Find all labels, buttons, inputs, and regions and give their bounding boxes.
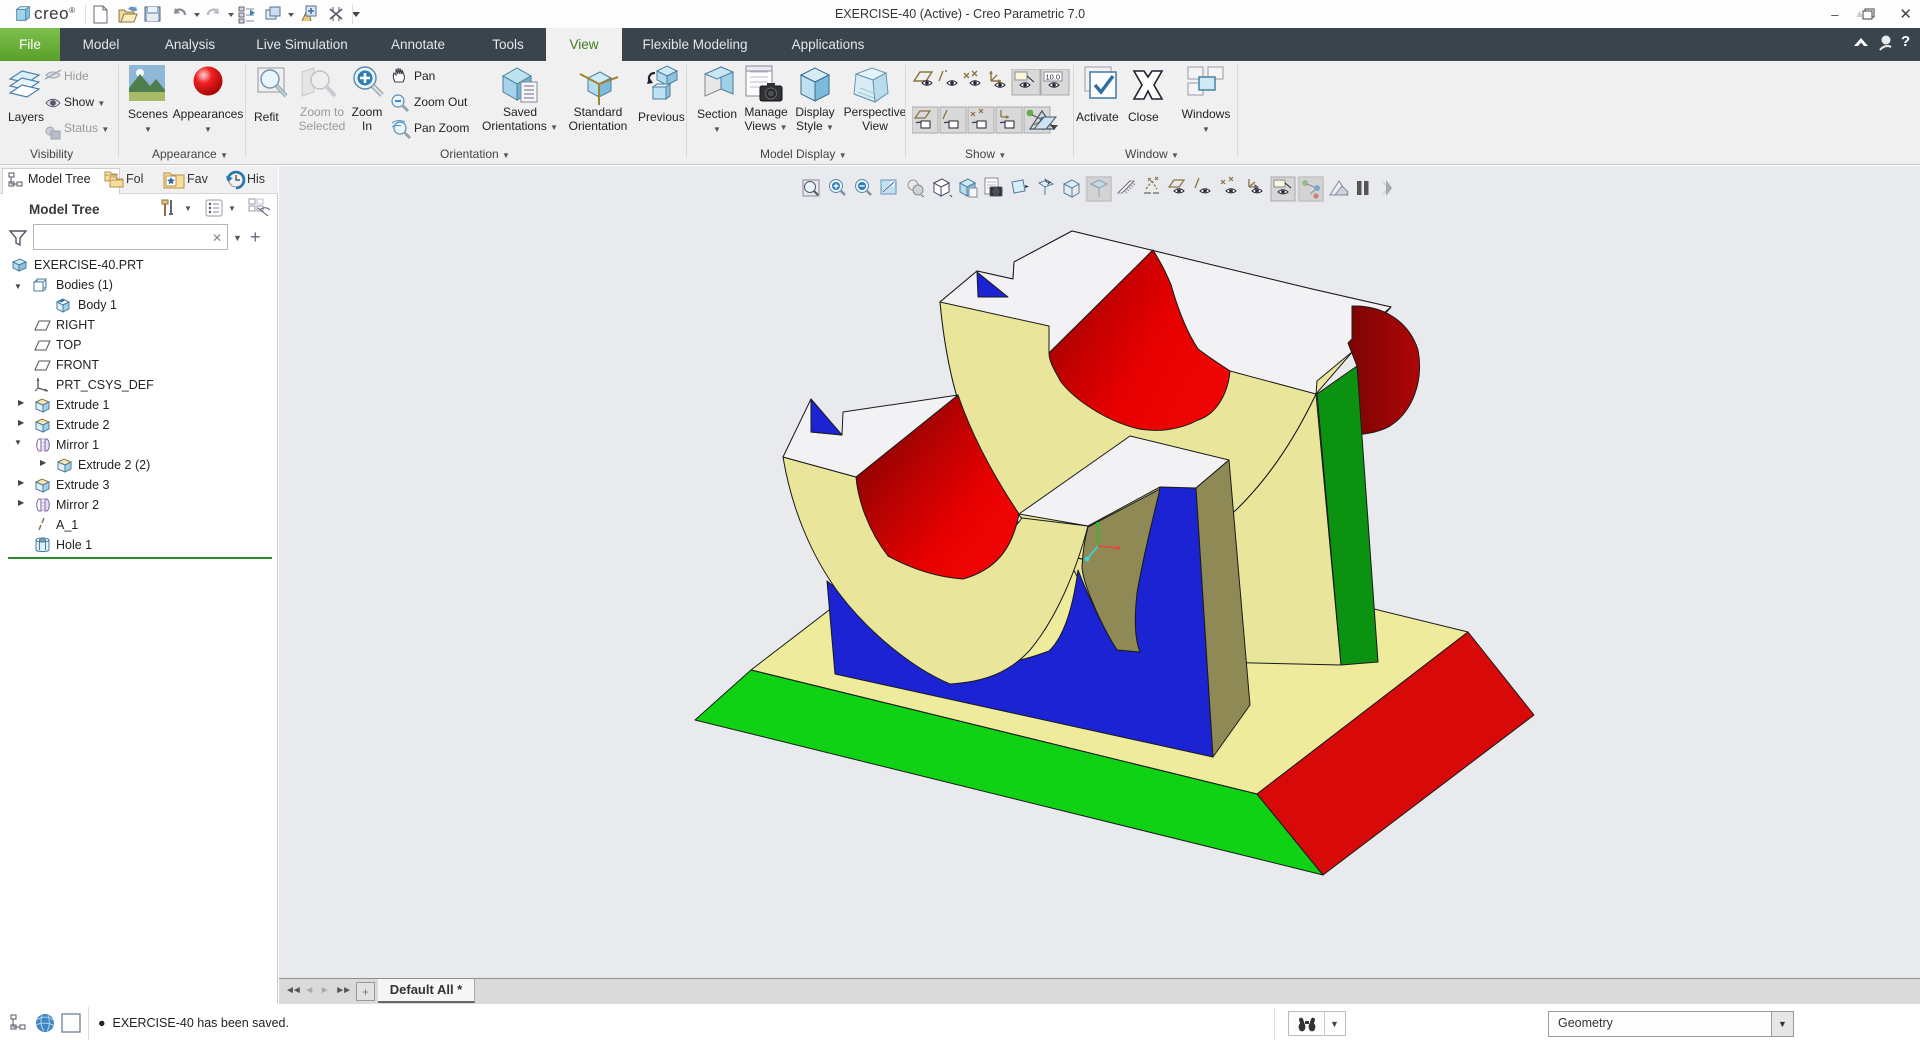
svg-text:10.0: 10.0 — [1046, 73, 1061, 82]
